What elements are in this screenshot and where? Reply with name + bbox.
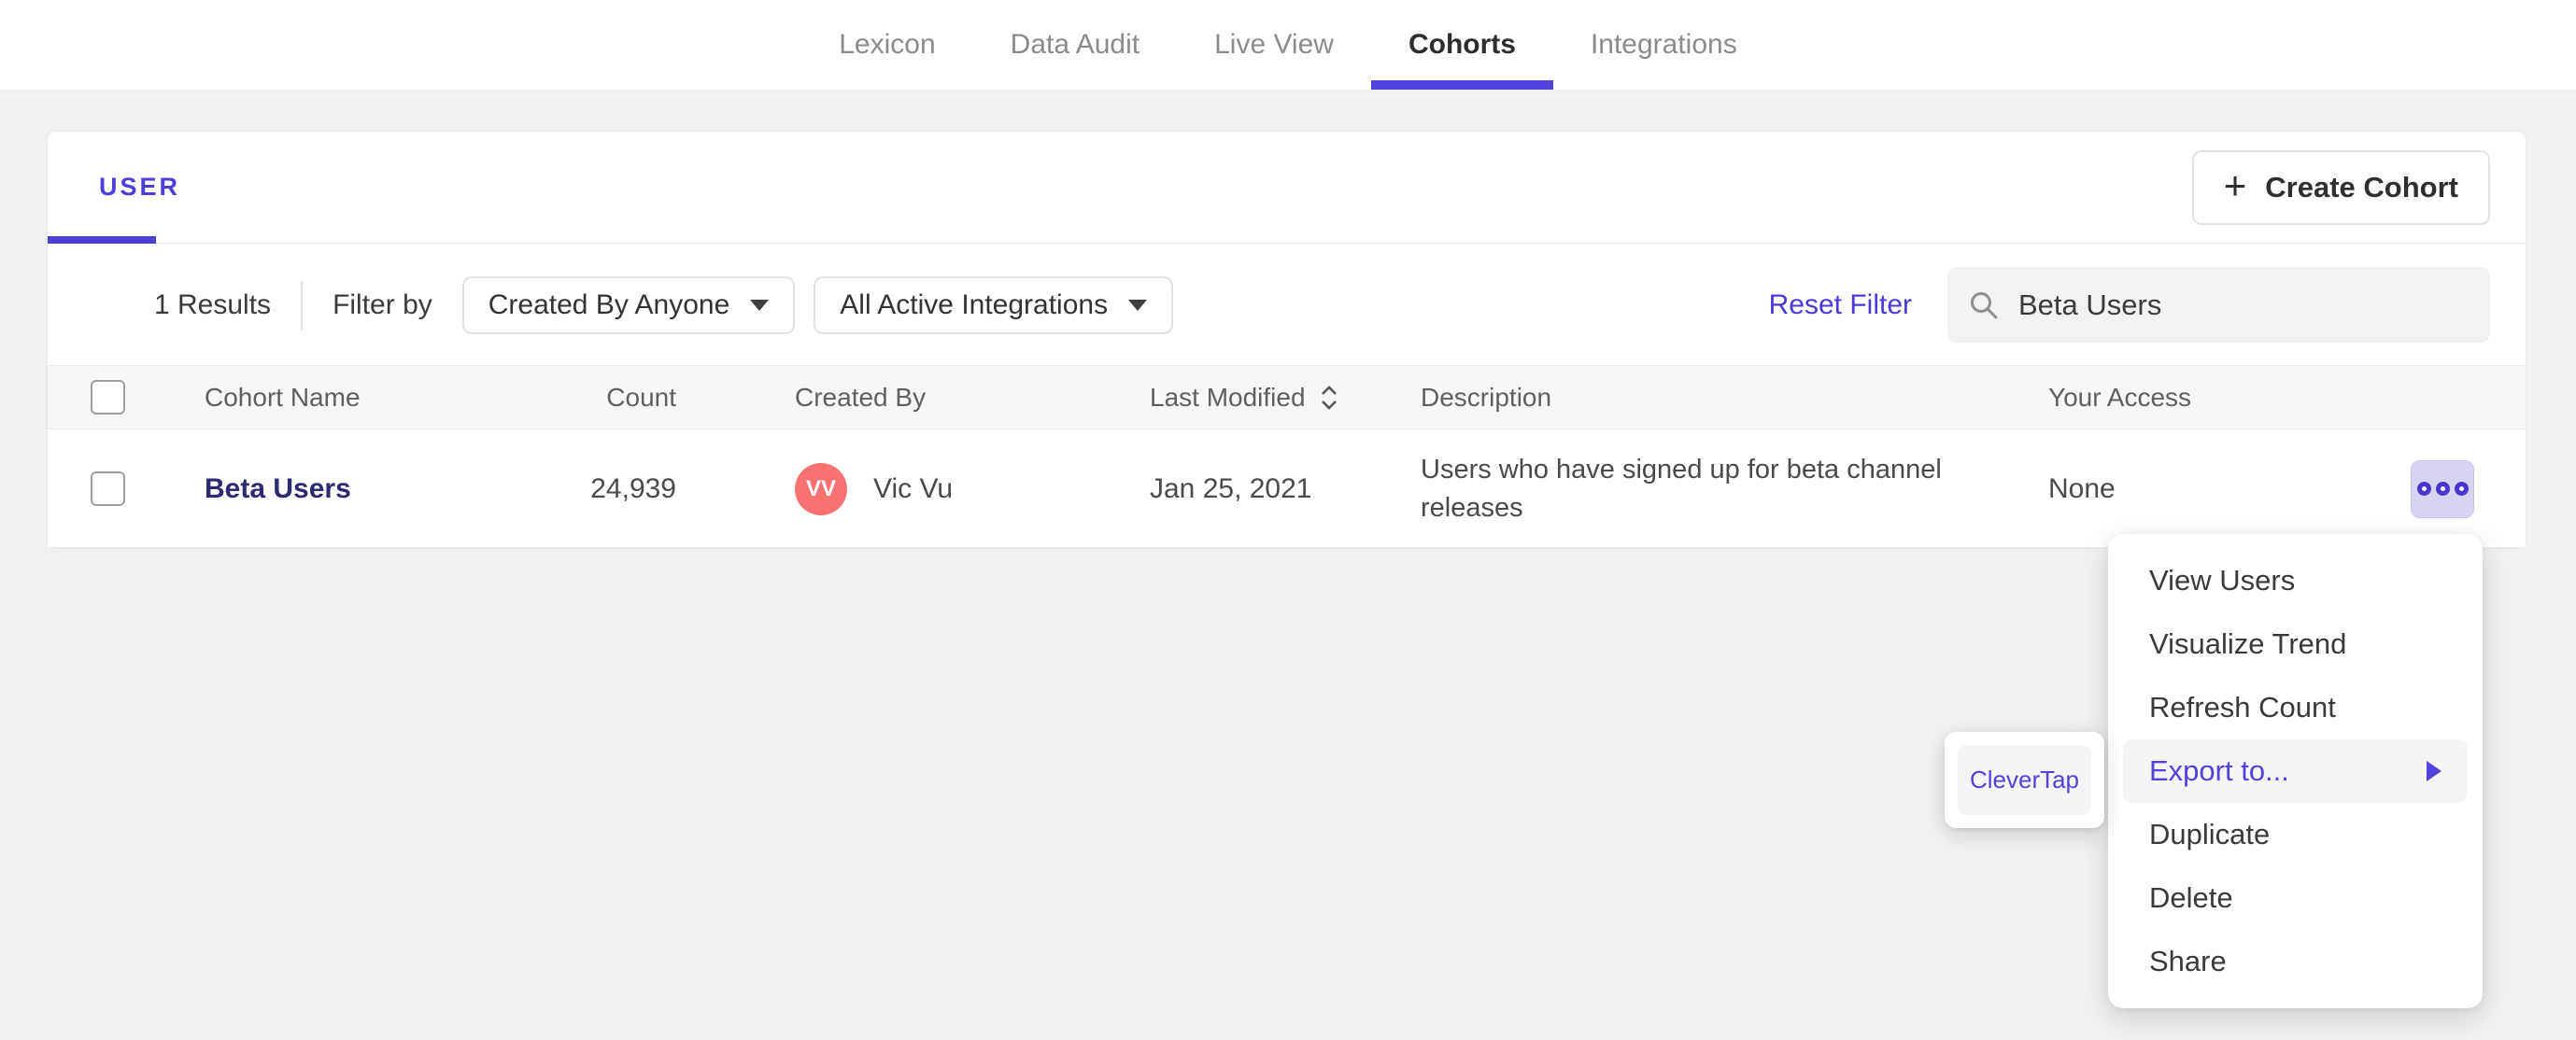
reset-filter-link[interactable]: Reset Filter <box>1769 289 1912 321</box>
table-row: Beta Users 24,939 VV Vic Vu Jan 25, 2021… <box>48 430 2526 547</box>
header-last-modified[interactable]: Last Modified <box>1150 366 1339 429</box>
created-by-cell: VV Vic Vu <box>795 430 953 547</box>
cohort-name-link[interactable]: Beta Users <box>205 473 351 505</box>
created-by-dropdown-label: Created By Anyone <box>488 288 730 320</box>
row-context-menu: View Users Visualize Trend Refresh Count… <box>2108 534 2483 1008</box>
sort-updown-icon[interactable] <box>1319 383 1339 413</box>
tab-user[interactable]: USER <box>99 132 180 243</box>
nav-tab-integrations[interactable]: Integrations <box>1553 0 1775 90</box>
menu-item-view-users[interactable]: View Users <box>2123 549 2468 612</box>
plus-icon: + <box>2223 163 2247 207</box>
row-select-cell <box>91 430 125 547</box>
top-navbar: Lexicon Data Audit Live View Cohorts Int… <box>0 0 2576 91</box>
menu-item-export-to[interactable]: Export to... <box>2123 739 2468 803</box>
description-cell: Users who have signed up for beta channe… <box>1421 430 1953 547</box>
divider <box>301 280 304 330</box>
description-text: Users who have signed up for beta channe… <box>1421 455 1942 523</box>
header-cohort-name: Cohort Name <box>205 382 361 412</box>
cohort-type-tabs: USER + Create Cohort <box>48 132 2526 244</box>
caret-down-icon <box>1128 299 1148 311</box>
integrations-dropdown-label: All Active Integrations <box>840 288 1109 320</box>
search-icon <box>1971 291 1998 318</box>
avatar: VV <box>795 462 847 515</box>
search-input[interactable] <box>2018 288 2470 322</box>
select-all-cell <box>91 366 125 429</box>
cohort-count: 24,939 <box>590 472 676 504</box>
menu-item-duplicate[interactable]: Duplicate <box>2123 803 2468 866</box>
export-submenu: CleverTap <box>1945 732 2104 828</box>
menu-item-refresh-count[interactable]: Refresh Count <box>2123 676 2468 739</box>
row-checkbox[interactable] <box>91 471 125 506</box>
your-access-value: None <box>2048 472 2116 504</box>
header-last-modified-label: Last Modified <box>1150 382 1306 412</box>
header-your-access: Your Access <box>2048 382 2192 412</box>
caret-down-icon <box>750 299 770 311</box>
select-all-checkbox[interactable] <box>91 380 125 415</box>
create-cohort-label: Create Cohort <box>2265 171 2458 204</box>
header-count: Count <box>606 382 676 412</box>
nav-tab-cohorts[interactable]: Cohorts <box>1370 0 1553 90</box>
menu-item-visualize-trend[interactable]: Visualize Trend <box>2123 612 2468 676</box>
integrations-dropdown[interactable]: All Active Integrations <box>814 275 1174 334</box>
nav-tab-live-view[interactable]: Live View <box>1177 0 1371 90</box>
create-cohort-button[interactable]: + Create Cohort <box>2191 150 2490 225</box>
results-count: 1 Results <box>154 288 272 320</box>
header-created-by: Created By <box>795 382 927 412</box>
filter-by-label: Filter by <box>333 288 432 320</box>
arrow-right-icon <box>2427 761 2442 781</box>
filter-bar: 1 Results Filter by Created By Anyone Al… <box>48 244 2526 366</box>
tab-user-active-underline <box>48 236 156 244</box>
three-dots-icon <box>2416 482 2431 496</box>
cohort-search-box[interactable] <box>1947 267 2490 343</box>
more-actions-button[interactable] <box>2411 459 2474 518</box>
last-modified-value: Jan 25, 2021 <box>1150 472 1312 504</box>
created-by-dropdown[interactable]: Created By Anyone <box>461 275 796 334</box>
nav-tab-data-audit[interactable]: Data Audit <box>973 0 1177 90</box>
created-by-name: Vic Vu <box>873 472 954 504</box>
cohorts-panel: USER + Create Cohort 1 Results Filter by… <box>47 131 2526 547</box>
header-description: Description <box>1421 382 1552 412</box>
submenu-item-clevertap[interactable]: CleverTap <box>1958 745 2091 815</box>
table-header: Cohort Name Count Created By Last Modifi… <box>48 365 2526 429</box>
row-actions-cell <box>2411 430 2474 547</box>
nav-tab-lexicon[interactable]: Lexicon <box>801 0 972 90</box>
menu-item-delete[interactable]: Delete <box>2123 866 2468 930</box>
menu-item-share[interactable]: Share <box>2123 930 2468 993</box>
menu-item-export-to-label: Export to... <box>2149 754 2289 787</box>
